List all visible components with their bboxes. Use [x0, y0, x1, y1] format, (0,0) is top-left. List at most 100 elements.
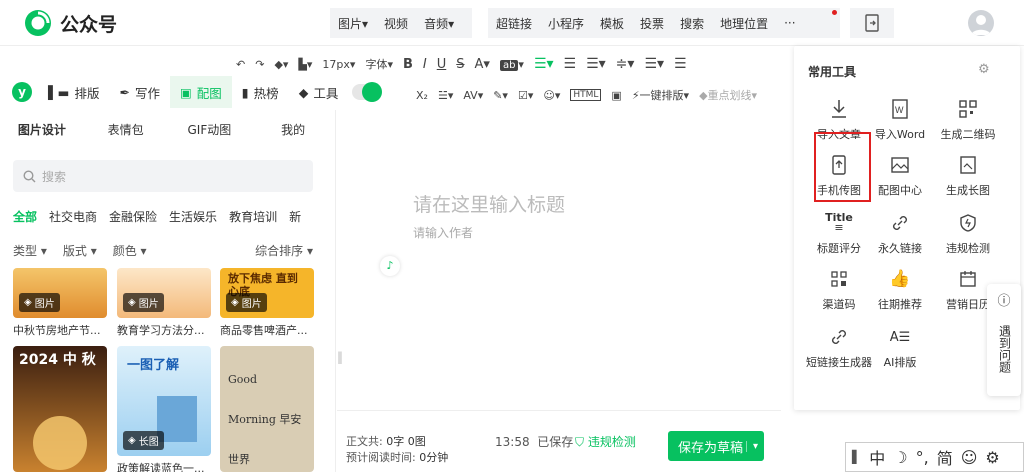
plugin-logo-icon[interactable]: y — [12, 82, 32, 102]
tab-writing[interactable]: ✒ 写作 — [109, 76, 170, 108]
template-card[interactable]: 2024 中 秋 — [13, 346, 107, 472]
more-format-icon[interactable]: ☰ — [674, 56, 687, 72]
violation-check-link[interactable]: ⛉ 违规检测 — [575, 433, 636, 450]
category-education[interactable]: 教育培训 — [229, 208, 277, 225]
ime-simplified[interactable]: 简 — [937, 445, 953, 469]
line-height-icon[interactable]: ≑▾ — [616, 56, 635, 72]
insert-image-button[interactable]: 图片▾ — [330, 15, 376, 32]
font-size-select[interactable]: 17px▾ — [322, 58, 355, 71]
undo-icon[interactable]: ↶ — [236, 58, 245, 71]
magic-icon[interactable]: ✎▾ — [493, 89, 508, 102]
redo-icon[interactable]: ↷ — [255, 58, 264, 71]
template-card[interactable]: ◈ 图片 — [117, 268, 211, 318]
insert-template-button[interactable]: 模板 — [592, 15, 632, 32]
emoji-icon[interactable]: ☺▾ — [543, 89, 560, 102]
insert-search-button[interactable]: 搜索 — [672, 15, 712, 32]
font-family-select[interactable]: 字体▾ — [365, 56, 393, 72]
tool-long-image[interactable]: 生成长图 — [928, 152, 1008, 204]
subtab-stickers[interactable]: 表情包 — [84, 121, 168, 138]
template-card[interactable]: 放下焦虑 直到心底 ◈ 图片 — [220, 268, 314, 318]
title-input[interactable]: 请在这里输入标题 — [413, 190, 565, 217]
smiley-icon[interactable]: ☺ — [961, 448, 978, 467]
tool-violation-check[interactable]: 违规检测 — [928, 210, 1008, 262]
category-more[interactable]: 新 — [289, 208, 301, 225]
tool-title-score[interactable]: Title ≡ 标题评分 — [806, 210, 872, 262]
more-insert-button[interactable]: ··· — [776, 16, 803, 30]
template-card[interactable]: 一图了解 ◈ 长图 — [117, 346, 211, 456]
background-color-icon[interactable]: ab ▾ — [499, 58, 524, 71]
insert-location-button[interactable]: 地理位置 — [712, 15, 776, 32]
bold-icon[interactable]: B — [403, 57, 413, 72]
moon-icon[interactable]: ☽ — [893, 448, 907, 467]
filter-format[interactable]: 版式 ▾ — [63, 242, 97, 259]
notification-dot — [832, 10, 837, 15]
tab-hot-list[interactable]: ▮ 热榜 — [232, 76, 289, 108]
align-center-icon[interactable]: ☰ — [564, 56, 577, 72]
toolbox-icon[interactable]: ▣ — [611, 89, 621, 102]
tool-image-center[interactable]: 配图中心 — [867, 152, 933, 204]
format-painter-icon[interactable]: ◆▾ — [274, 58, 288, 71]
category-lifestyle[interactable]: 生活娱乐 — [169, 208, 217, 225]
tool-past-recommend[interactable]: 👍 往期推荐 — [867, 266, 933, 318]
plugin-toggle[interactable] — [352, 82, 383, 102]
ime-punctuation[interactable]: °, — [916, 448, 929, 467]
underline-icon[interactable]: U — [437, 57, 447, 72]
ime-drag-handle[interactable]: ▌ — [852, 450, 861, 464]
tool-permalink[interactable]: 永久链接 — [867, 210, 933, 262]
filter-type[interactable]: 类型 ▾ — [13, 242, 47, 259]
one-click-layout-button[interactable]: ⚡一键排版▾ — [632, 87, 689, 103]
category-finance[interactable]: 金融保险 — [109, 208, 157, 225]
tool-channel-code[interactable]: 渠道码 — [806, 266, 872, 318]
insert-audio-button[interactable]: 音频▾ — [416, 15, 462, 32]
author-input[interactable]: 请输入作者 — [413, 224, 473, 241]
image-edit-icon[interactable]: ☑▾ — [518, 89, 533, 102]
phone-upload-icon — [830, 152, 848, 178]
tool-ai-layout[interactable]: A☰ AI排版 — [867, 324, 933, 376]
filter-color[interactable]: 颜色 ▾ — [113, 242, 147, 259]
help-button[interactable]: ⓘ 遇到问题 — [987, 284, 1021, 396]
font-color-icon[interactable]: A▾ — [475, 57, 490, 72]
plugin-float-icon[interactable]: ♪ — [380, 256, 400, 276]
template-card[interactable]: Good Morning 早安 世界 — [220, 346, 314, 472]
subtab-mine[interactable]: 我的 — [251, 121, 335, 138]
import-button[interactable] — [850, 8, 894, 38]
user-avatar[interactable] — [968, 10, 994, 36]
insert-link-button[interactable]: 超链接 — [488, 15, 540, 32]
tool-mobile-upload[interactable]: 手机传图 — [806, 152, 872, 204]
insert-vote-button[interactable]: 投票 — [632, 15, 672, 32]
separator-icon[interactable]: ☱▾ — [438, 89, 453, 102]
align-left-icon[interactable]: ☰▾ — [534, 56, 554, 72]
clear-format-icon[interactable]: ▙▾ — [298, 58, 312, 71]
tab-tools[interactable]: ◆ 工具 — [289, 76, 349, 108]
indent-icon[interactable]: ☰▾ — [586, 56, 606, 72]
tab-layout[interactable]: ▌▬ 排版 — [38, 76, 109, 108]
template-card[interactable]: ◈ 图片 — [13, 268, 107, 318]
sort-select[interactable]: 综合排序 ▾ — [255, 242, 313, 259]
wechat-logo[interactable]: 公众号 — [24, 9, 117, 37]
search-input[interactable]: 搜索 — [13, 160, 313, 192]
subtab-gif[interactable]: GIF动图 — [168, 121, 252, 138]
list-icon[interactable]: ☰▾ — [644, 56, 664, 72]
insert-video-button[interactable]: 视频 — [376, 15, 416, 32]
tool-short-link[interactable]: 短链接生成器 — [806, 324, 872, 376]
subscript-icon[interactable]: X₂ — [416, 89, 428, 102]
category-social-commerce[interactable]: 社交电商 — [49, 208, 97, 225]
category-all[interactable]: 全部 — [13, 208, 37, 225]
tool-qr-code[interactable]: 生成二维码 — [928, 96, 1008, 148]
highlight-line-button[interactable]: ◆重点划线▾ — [699, 87, 757, 103]
panel-resize-handle[interactable]: ‖ — [337, 350, 343, 364]
insert-miniprogram-button[interactable]: 小程序 — [540, 15, 592, 32]
ime-settings-gear-icon[interactable]: ⚙ — [985, 448, 999, 467]
italic-icon[interactable]: I — [423, 57, 427, 72]
tool-label: AI排版 — [883, 356, 917, 369]
letter-spacing-icon[interactable]: AV▾ — [463, 89, 483, 102]
tool-import-word[interactable]: W 导入Word — [867, 96, 933, 148]
ime-chinese-mode[interactable]: 中 — [869, 445, 885, 469]
save-draft-button[interactable]: 保存为草稿 ▾ — [668, 431, 764, 461]
strikethrough-icon[interactable]: S — [456, 57, 464, 72]
subtab-image-design[interactable]: 图片设计 — [0, 121, 84, 138]
tab-images[interactable]: ▣ 配图 — [169, 76, 232, 108]
settings-gear-icon[interactable]: ⚙ — [978, 62, 990, 77]
html-icon[interactable]: HTML — [570, 89, 602, 101]
chevron-down-icon[interactable]: ▾ — [745, 440, 764, 452]
